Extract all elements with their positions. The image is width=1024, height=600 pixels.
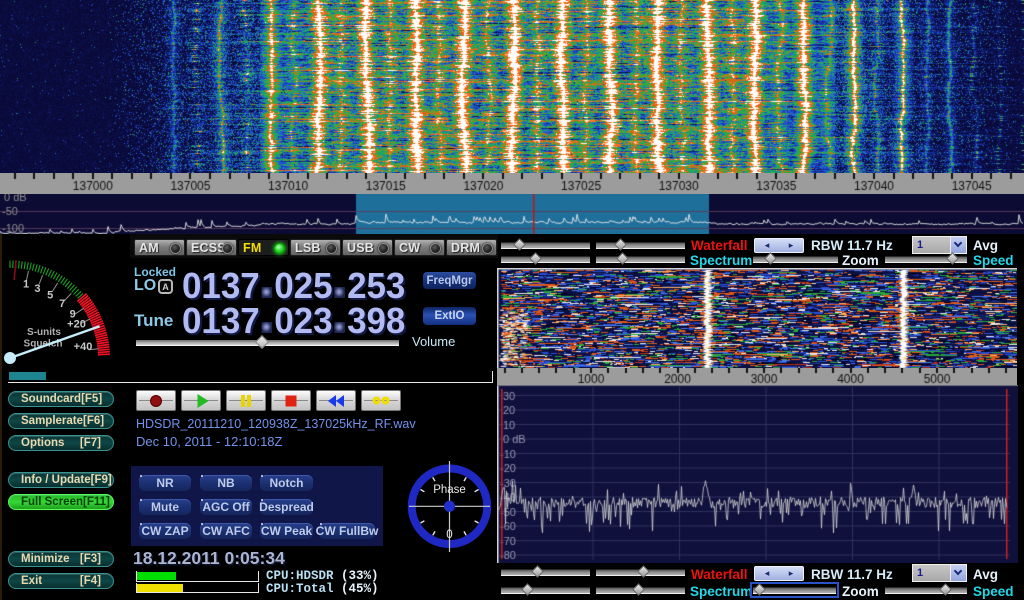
- svg-text:Phase: Phase: [433, 484, 466, 496]
- svg-text:+40: +40: [74, 341, 93, 353]
- svg-text:0: 0: [446, 529, 452, 541]
- svg-text:3: 3: [34, 283, 40, 295]
- svg-text:S-units: S-units: [27, 327, 61, 338]
- svg-text:7: 7: [59, 298, 65, 310]
- svg-text:Squelch: Squelch: [24, 339, 63, 350]
- svg-text:+20: +20: [67, 318, 86, 330]
- svg-text:5: 5: [47, 290, 53, 302]
- svg-text:1: 1: [23, 279, 29, 291]
